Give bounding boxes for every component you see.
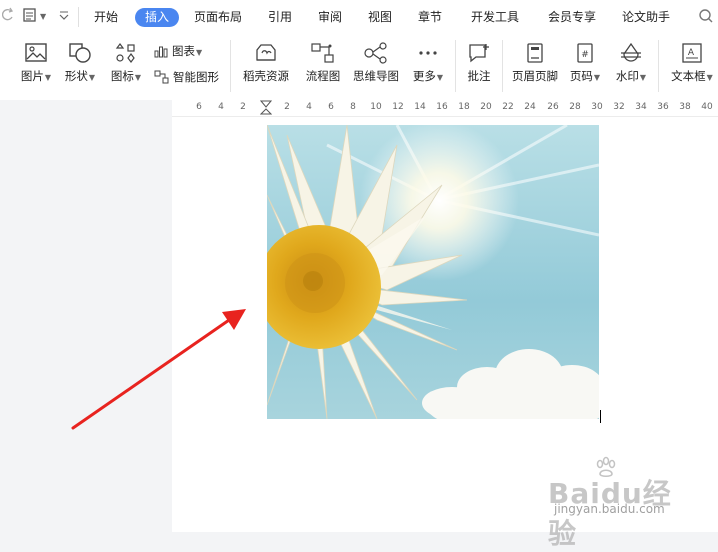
watermark-url: jingyan.baidu.com: [554, 502, 665, 516]
baidu-jingyan-watermark: Baidu经验 jingyan.baidu.com: [548, 456, 688, 550]
red-arrow-annotation: [71, 309, 246, 430]
